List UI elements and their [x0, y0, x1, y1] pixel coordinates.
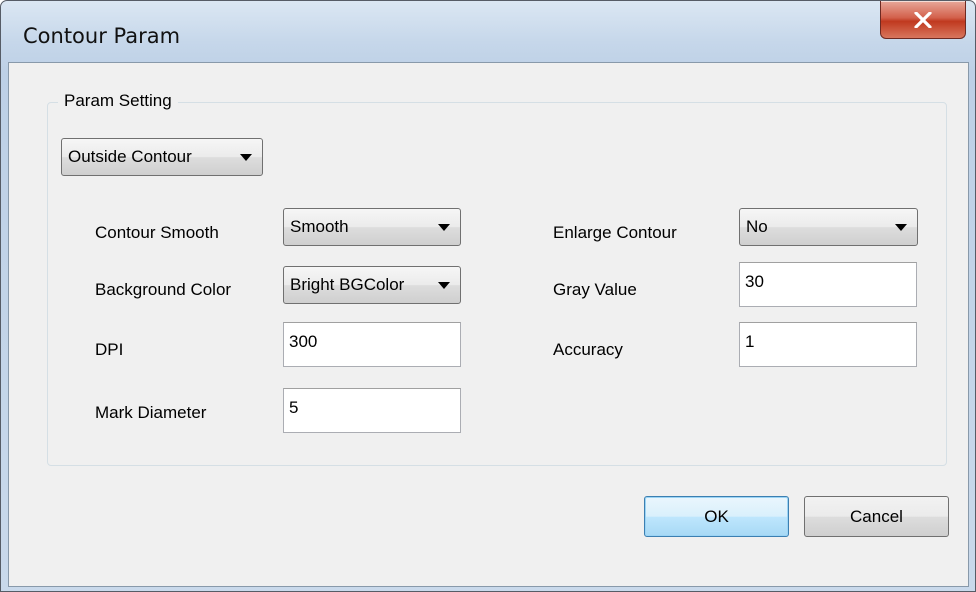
mark-diameter-label: Mark Diameter — [95, 403, 207, 422]
enlarge-contour-value: No — [746, 217, 768, 236]
accuracy-value: 1 — [745, 332, 755, 351]
contour-mode-value: Outside Contour — [68, 147, 192, 166]
close-button[interactable] — [880, 1, 966, 39]
dialog-body: Param Setting Outside Contour Contour Sm… — [8, 62, 969, 587]
mark-diameter-input[interactable]: 5 — [283, 388, 461, 433]
accuracy-label: Accuracy — [553, 340, 623, 359]
chevron-down-icon — [438, 224, 450, 231]
background-color-label: Background Color — [95, 280, 232, 299]
chevron-down-icon — [438, 282, 450, 289]
dpi-input[interactable]: 300 — [283, 322, 461, 367]
enlarge-contour-label: Enlarge Contour — [553, 223, 677, 242]
accuracy-input[interactable]: 1 — [739, 322, 917, 367]
title-bar[interactable]: Contour Param — [1, 1, 975, 61]
chevron-down-icon — [240, 154, 252, 161]
gray-value-input[interactable]: 30 — [739, 262, 917, 307]
dialog-window: Contour Param Param Setting Outside Cont… — [0, 0, 976, 592]
dpi-label: DPI — [95, 340, 124, 359]
enlarge-contour-select[interactable]: No — [739, 208, 918, 246]
background-color-select[interactable]: Bright BGColor — [283, 266, 461, 304]
dpi-value: 300 — [289, 332, 318, 351]
contour-mode-select[interactable]: Outside Contour — [61, 138, 263, 176]
window-title: Contour Param — [23, 24, 181, 48]
contour-smooth-label: Contour Smooth — [95, 223, 219, 242]
group-label: Param Setting — [58, 91, 178, 111]
contour-smooth-value: Smooth — [290, 217, 349, 236]
background-color-value: Bright BGColor — [290, 275, 405, 294]
gray-value-value: 30 — [745, 272, 764, 291]
ok-button[interactable]: OK — [644, 496, 789, 537]
close-icon — [914, 11, 932, 28]
contour-smooth-select[interactable]: Smooth — [283, 208, 461, 246]
mark-diameter-value: 5 — [289, 398, 299, 417]
cancel-button[interactable]: Cancel — [804, 496, 949, 537]
chevron-down-icon — [895, 224, 907, 231]
gray-value-label: Gray Value — [553, 280, 637, 299]
